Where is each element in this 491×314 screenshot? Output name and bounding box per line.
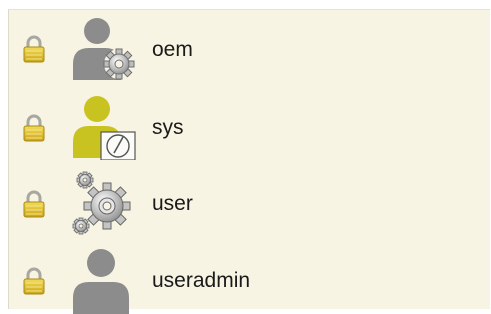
list-item-sys[interactable]: sys <box>9 86 491 162</box>
gears-icon <box>72 171 131 235</box>
padlock-icon <box>23 267 45 295</box>
padlock-icon <box>23 35 45 63</box>
username-label: sys <box>152 116 184 139</box>
user-list-panel: oem sys user useradmin <box>8 9 491 314</box>
padlock-icon <box>23 190 45 218</box>
username-label: useradmin <box>152 269 251 292</box>
user-icon <box>73 249 129 314</box>
user-clock-icon <box>73 96 136 160</box>
list-item-useradmin[interactable]: useradmin <box>9 238 491 314</box>
padlock-icon <box>23 114 45 142</box>
username-label: user <box>152 192 193 215</box>
list-item-oem[interactable]: oem <box>9 10 491 86</box>
user-gear-icon <box>73 18 135 80</box>
username-label: oem <box>152 38 193 61</box>
list-item-user[interactable]: user <box>9 162 491 238</box>
